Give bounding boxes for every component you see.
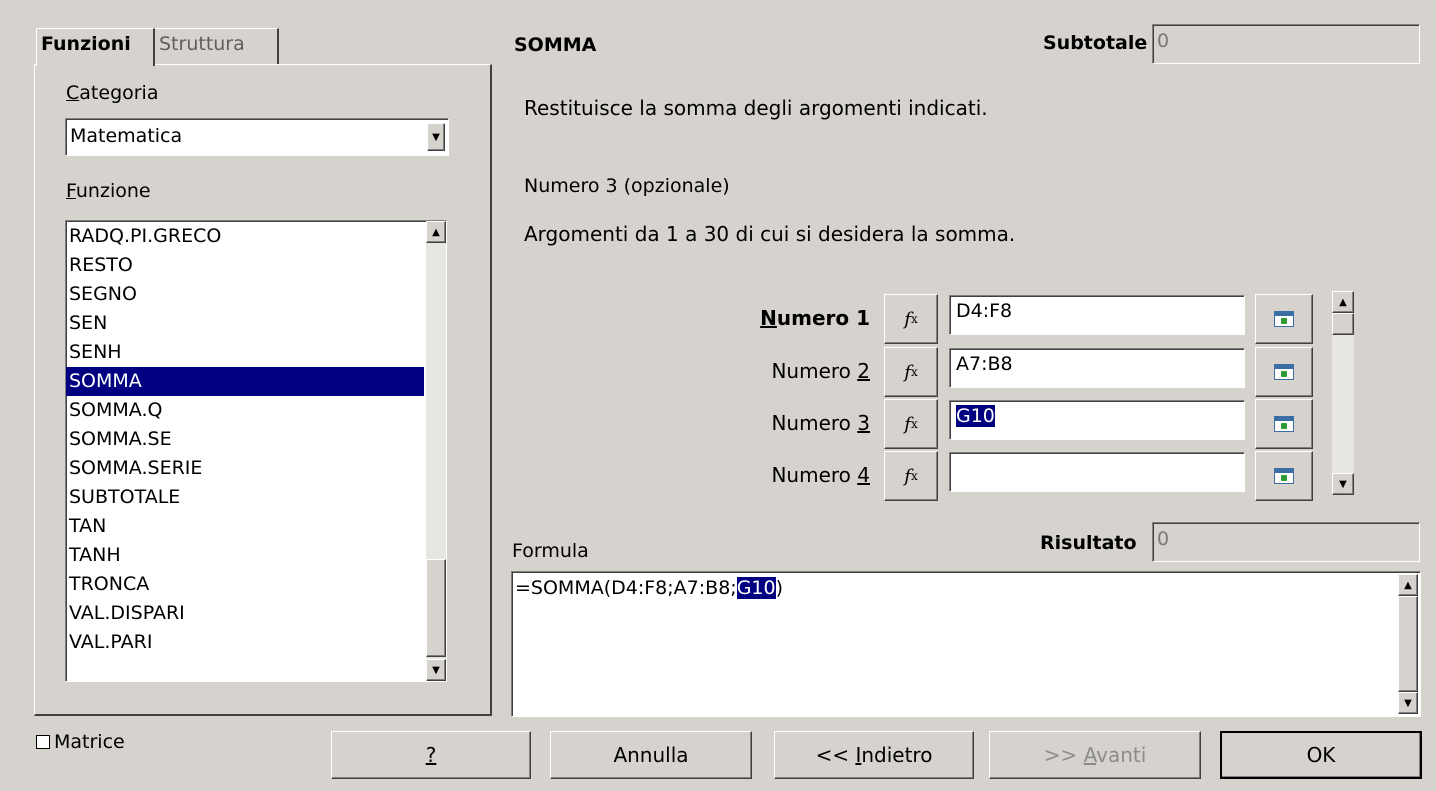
function-list[interactable]: RADQ.PI.GRECO RESTO SEGNO SEN SENH SOMMA SOMMA…: [65, 220, 447, 682]
back-button[interactable]: << Indietro: [774, 731, 974, 779]
next-button[interactable]: >> Avanti: [989, 731, 1201, 779]
formula-highlight: G10: [736, 577, 776, 599]
function-list-items: RADQ.PI.GRECO RESTO SEGNO SEN SENH SOMMA SOMMA…: [66, 221, 424, 657]
cancel-label: Annulla: [613, 743, 689, 767]
fx-icon[interactable]: fx: [884, 347, 938, 397]
list-item[interactable]: RADQ.PI.GRECO: [66, 222, 424, 251]
help-label: ?: [425, 743, 437, 767]
function-label-rest: unzione: [75, 180, 151, 202]
argument-input-2[interactable]: A7:B8: [949, 348, 1245, 388]
args-scroll-down-icon[interactable]: ▼: [1332, 473, 1354, 495]
argument-input-3[interactable]: G10: [949, 400, 1245, 440]
category-label: Categoria: [66, 82, 159, 104]
argument-value: G10: [956, 405, 995, 427]
argument-label-1: Numero 1: [760, 306, 870, 330]
list-item[interactable]: SENH: [66, 338, 424, 367]
list-item[interactable]: TAN: [66, 512, 424, 541]
function-label: Funzione: [66, 180, 151, 202]
list-item[interactable]: SEGNO: [66, 280, 424, 309]
category-label-rest: ategoria: [79, 82, 159, 104]
formula-editor[interactable]: =SOMMA(D4:F8;A7:B8;G10) ▲ ▼: [511, 571, 1421, 717]
formula-label: Formula: [512, 540, 589, 562]
shrink-button[interactable]: [1255, 399, 1313, 449]
args-scroll-up-icon[interactable]: ▲: [1332, 291, 1354, 313]
arguments-scrollbar[interactable]: ▲ ▼: [1332, 291, 1354, 495]
formula-scroll-up-icon[interactable]: ▲: [1398, 574, 1418, 596]
list-item[interactable]: RESTO: [66, 251, 424, 280]
list-item[interactable]: VAL.PARI: [66, 628, 424, 657]
list-item[interactable]: TRONCA: [66, 570, 424, 599]
cancel-button[interactable]: Annulla: [550, 731, 752, 779]
result-label: Risultato: [1040, 532, 1137, 554]
fx-icon[interactable]: fx: [884, 399, 938, 449]
fx-icon[interactable]: fx: [884, 294, 938, 344]
shrink-icon: [1274, 468, 1294, 484]
argument-label-2: Numero 2: [771, 359, 870, 383]
list-item[interactable]: SOMMA.SERIE: [66, 454, 424, 483]
checkbox-box[interactable]: [36, 735, 50, 749]
formula-suffix: ): [775, 577, 784, 599]
args-scroll-thumb[interactable]: [1332, 313, 1354, 335]
formula-scroll-down-icon[interactable]: ▼: [1398, 692, 1418, 714]
matrix-checkbox[interactable]: Matrice: [36, 731, 125, 753]
ok-button[interactable]: OK: [1220, 731, 1422, 779]
dropdown-arrow-icon[interactable]: ▼: [427, 123, 445, 151]
formula-scrollbar[interactable]: ▲ ▼: [1398, 574, 1418, 714]
subtotal-field: 0: [1152, 24, 1420, 64]
list-item[interactable]: VAL.DISPARI: [66, 599, 424, 628]
subtotal-label: Subtotale: [1043, 32, 1148, 54]
argument-input-4[interactable]: [949, 452, 1245, 492]
tab-struttura[interactable]: Struttura: [155, 28, 279, 64]
argument-description: Argomenti da 1 a 30 di cui si desidera l…: [524, 222, 1016, 246]
argument-value: A7:B8: [956, 353, 1013, 375]
scroll-thumb[interactable]: [426, 559, 446, 657]
argument-label-3: Numero 3: [771, 411, 870, 435]
argument-title: Numero 3 (opzionale): [524, 175, 730, 197]
function-name: SOMMA: [514, 34, 597, 56]
scroll-down-icon[interactable]: ▼: [426, 659, 446, 681]
fx-icon[interactable]: fx: [884, 451, 938, 501]
ok-label: OK: [1306, 743, 1336, 767]
list-item[interactable]: SOMMA: [66, 367, 424, 396]
shrink-button[interactable]: [1255, 347, 1313, 397]
back-label: << Indietro: [815, 743, 933, 767]
category-value: Matematica: [70, 125, 183, 147]
formula-prefix: =SOMMA(D4:F8;A7:B8;: [515, 577, 737, 599]
help-button[interactable]: ?: [331, 731, 531, 779]
argument-value: D4:F8: [956, 300, 1013, 322]
matrix-label: Matrice: [54, 731, 125, 753]
result-field: 0: [1152, 522, 1420, 562]
list-item[interactable]: SUBTOTALE: [66, 483, 424, 512]
scroll-up-icon[interactable]: ▲: [426, 221, 446, 243]
next-label: >> Avanti: [1043, 743, 1147, 767]
shrink-icon: [1274, 311, 1294, 327]
tab-funzioni[interactable]: Funzioni: [36, 28, 155, 66]
argument-label-4: Numero 4: [771, 463, 870, 487]
argument-input-1[interactable]: D4:F8: [949, 295, 1245, 335]
shrink-button[interactable]: [1255, 294, 1313, 344]
list-item[interactable]: SOMMA.Q: [66, 396, 424, 425]
function-description: Restituisce la somma degli argomenti ind…: [524, 96, 988, 120]
function-list-scrollbar[interactable]: ▲ ▼: [426, 221, 446, 681]
list-item[interactable]: SEN: [66, 309, 424, 338]
shrink-icon: [1274, 416, 1294, 432]
category-select[interactable]: Matematica ▼: [65, 118, 449, 156]
shrink-icon: [1274, 364, 1294, 380]
formula-scroll-thumb[interactable]: [1398, 596, 1418, 692]
formula-text: =SOMMA(D4:F8;A7:B8;G10): [515, 577, 783, 599]
list-item[interactable]: TANH: [66, 541, 424, 570]
list-item[interactable]: SOMMA.SE: [66, 425, 424, 454]
shrink-button[interactable]: [1255, 451, 1313, 501]
